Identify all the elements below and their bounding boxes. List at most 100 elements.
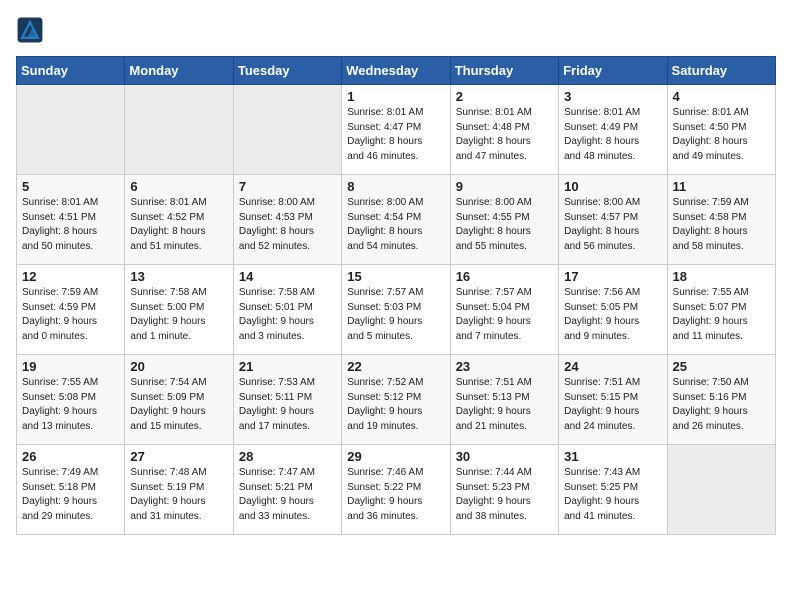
day-number: 15	[347, 269, 444, 284]
calendar-cell: 22 Sunrise: 7:52 AM Sunset: 5:12 PM Dayli…	[342, 355, 450, 445]
day-info: Sunrise: 7:52 AM Sunset: 5:12 PM Dayligh…	[347, 376, 444, 434]
calendar-cell: 27Sunrise: 7:48 AM Sunset: 5:19 PM Dayli…	[125, 445, 233, 535]
day-number: 20	[130, 359, 227, 374]
day-number: 18	[673, 269, 770, 284]
day-info: Sunrise: 8:01 AM Sunset: 4:49 PM Dayligh…	[564, 106, 661, 164]
day-info: Sunrise: 7:51 AM Sunset: 5:15 PM Dayligh…	[564, 376, 661, 434]
day-info: Sunrise: 7:51 AM Sunset: 5:13 PM Dayligh…	[456, 376, 553, 434]
day-info: Sunrise: 8:00 AM Sunset: 4:57 PM Dayligh…	[564, 196, 661, 254]
day-info: Sunrise: 7:56 AM Sunset: 5:05 PM Dayligh…	[564, 286, 661, 344]
calendar-cell: 12 Sunrise: 7:59 AM Sunset: 4:59 PM Dayli…	[17, 265, 125, 355]
day-number: 16	[456, 269, 553, 284]
calendar-cell: 11Sunrise: 7:59 AM Sunset: 4:58 PM Dayli…	[667, 175, 775, 265]
calendar-cell: 25 Sunrise: 7:50 AM Sunset: 5:16 PM Dayli…	[667, 355, 775, 445]
day-info: Sunrise: 7:50 AM Sunset: 5:16 PM Dayligh…	[673, 376, 770, 434]
calendar-cell: 10 Sunrise: 8:00 AM Sunset: 4:57 PM Dayli…	[559, 175, 667, 265]
calendar-cell: 1 Sunrise: 8:01 AM Sunset: 4:47 PM Daylig…	[342, 85, 450, 175]
calendar-cell	[125, 85, 233, 175]
calendar-cell: 17 Sunrise: 7:56 AM Sunset: 5:05 PM Dayli…	[559, 265, 667, 355]
header-cell-sunday: Sunday	[17, 57, 125, 85]
day-number: 12	[22, 269, 119, 284]
day-number: 24	[564, 359, 661, 374]
day-info: Sunrise: 7:55 AM Sunset: 5:08 PM Dayligh…	[22, 376, 119, 434]
day-number: 17	[564, 269, 661, 284]
day-number: 26	[22, 449, 119, 464]
header-cell-tuesday: Tuesday	[233, 57, 341, 85]
week-row-4: 26 Sunrise: 7:49 AM Sunset: 5:18 PM Dayli…	[17, 445, 776, 535]
day-info: Sunrise: 7:47 AM Sunset: 5:21 PM Dayligh…	[239, 466, 336, 524]
day-number: 27	[130, 449, 227, 464]
week-row-1: 5Sunrise: 8:01 AM Sunset: 4:51 PM Daylig…	[17, 175, 776, 265]
calendar-cell: 15 Sunrise: 7:57 AM Sunset: 5:03 PM Dayli…	[342, 265, 450, 355]
calendar-body: 1 Sunrise: 8:01 AM Sunset: 4:47 PM Daylig…	[17, 85, 776, 535]
calendar-cell	[233, 85, 341, 175]
day-number: 14	[239, 269, 336, 284]
day-number: 8	[347, 179, 444, 194]
day-info: Sunrise: 8:00 AM Sunset: 4:54 PM Dayligh…	[347, 196, 444, 254]
day-info: Sunrise: 8:01 AM Sunset: 4:52 PM Dayligh…	[130, 196, 227, 254]
header-row: SundayMondayTuesdayWednesdayThursdayFrid…	[17, 57, 776, 85]
header-cell-thursday: Thursday	[450, 57, 558, 85]
day-info: Sunrise: 8:01 AM Sunset: 4:50 PM Dayligh…	[673, 106, 770, 164]
header-cell-saturday: Saturday	[667, 57, 775, 85]
day-number: 4	[673, 89, 770, 104]
day-info: Sunrise: 7:57 AM Sunset: 5:03 PM Dayligh…	[347, 286, 444, 344]
header-cell-friday: Friday	[559, 57, 667, 85]
day-number: 31	[564, 449, 661, 464]
calendar-cell: 24 Sunrise: 7:51 AM Sunset: 5:15 PM Dayli…	[559, 355, 667, 445]
day-info: Sunrise: 8:00 AM Sunset: 4:55 PM Dayligh…	[456, 196, 553, 254]
week-row-3: 19 Sunrise: 7:55 AM Sunset: 5:08 PM Dayli…	[17, 355, 776, 445]
day-info: Sunrise: 8:01 AM Sunset: 4:48 PM Dayligh…	[456, 106, 553, 164]
calendar-cell: 26 Sunrise: 7:49 AM Sunset: 5:18 PM Dayli…	[17, 445, 125, 535]
day-info: Sunrise: 7:49 AM Sunset: 5:18 PM Dayligh…	[22, 466, 119, 524]
day-number: 3	[564, 89, 661, 104]
day-info: Sunrise: 7:55 AM Sunset: 5:07 PM Dayligh…	[673, 286, 770, 344]
day-info: Sunrise: 7:54 AM Sunset: 5:09 PM Dayligh…	[130, 376, 227, 434]
calendar-cell: 30Sunrise: 7:44 AM Sunset: 5:23 PM Dayli…	[450, 445, 558, 535]
day-number: 23	[456, 359, 553, 374]
page-header	[16, 16, 776, 44]
logo	[16, 16, 48, 44]
calendar-cell: 23 Sunrise: 7:51 AM Sunset: 5:13 PM Dayli…	[450, 355, 558, 445]
calendar-table: SundayMondayTuesdayWednesdayThursdayFrid…	[16, 56, 776, 535]
day-number: 10	[564, 179, 661, 194]
calendar-cell: 21 Sunrise: 7:53 AM Sunset: 5:11 PM Dayli…	[233, 355, 341, 445]
calendar-cell: 4 Sunrise: 8:01 AM Sunset: 4:50 PM Daylig…	[667, 85, 775, 175]
calendar-cell: 31Sunrise: 7:43 AM Sunset: 5:25 PM Dayli…	[559, 445, 667, 535]
day-number: 21	[239, 359, 336, 374]
day-number: 1	[347, 89, 444, 104]
day-number: 6	[130, 179, 227, 194]
day-info: Sunrise: 8:00 AM Sunset: 4:53 PM Dayligh…	[239, 196, 336, 254]
day-number: 19	[22, 359, 119, 374]
calendar-cell: 2 Sunrise: 8:01 AM Sunset: 4:48 PM Daylig…	[450, 85, 558, 175]
day-number: 7	[239, 179, 336, 194]
day-number: 25	[673, 359, 770, 374]
calendar-cell: 5Sunrise: 8:01 AM Sunset: 4:51 PM Daylig…	[17, 175, 125, 265]
day-info: Sunrise: 7:58 AM Sunset: 5:01 PM Dayligh…	[239, 286, 336, 344]
day-number: 9	[456, 179, 553, 194]
day-number: 30	[456, 449, 553, 464]
day-info: Sunrise: 7:46 AM Sunset: 5:22 PM Dayligh…	[347, 466, 444, 524]
calendar-cell	[667, 445, 775, 535]
day-info: Sunrise: 7:57 AM Sunset: 5:04 PM Dayligh…	[456, 286, 553, 344]
day-info: Sunrise: 7:59 AM Sunset: 4:59 PM Dayligh…	[22, 286, 119, 344]
calendar-cell: 8 Sunrise: 8:00 AM Sunset: 4:54 PM Daylig…	[342, 175, 450, 265]
day-number: 29	[347, 449, 444, 464]
day-info: Sunrise: 8:01 AM Sunset: 4:47 PM Dayligh…	[347, 106, 444, 164]
calendar-cell: 19 Sunrise: 7:55 AM Sunset: 5:08 PM Dayli…	[17, 355, 125, 445]
calendar-cell	[17, 85, 125, 175]
calendar-cell: 29 Sunrise: 7:46 AM Sunset: 5:22 PM Dayli…	[342, 445, 450, 535]
day-number: 5	[22, 179, 119, 194]
day-number: 22	[347, 359, 444, 374]
calendar-cell: 7 Sunrise: 8:00 AM Sunset: 4:53 PM Daylig…	[233, 175, 341, 265]
calendar-cell: 9 Sunrise: 8:00 AM Sunset: 4:55 PM Daylig…	[450, 175, 558, 265]
calendar-cell: 3 Sunrise: 8:01 AM Sunset: 4:49 PM Daylig…	[559, 85, 667, 175]
calendar-header: SundayMondayTuesdayWednesdayThursdayFrid…	[17, 57, 776, 85]
day-number: 2	[456, 89, 553, 104]
calendar-cell: 6 Sunrise: 8:01 AM Sunset: 4:52 PM Daylig…	[125, 175, 233, 265]
day-number: 13	[130, 269, 227, 284]
day-info: Sunrise: 7:53 AM Sunset: 5:11 PM Dayligh…	[239, 376, 336, 434]
day-info: Sunrise: 7:58 AM Sunset: 5:00 PM Dayligh…	[130, 286, 227, 344]
calendar-cell: 20 Sunrise: 7:54 AM Sunset: 5:09 PM Dayli…	[125, 355, 233, 445]
day-info: Sunrise: 7:59 AM Sunset: 4:58 PM Dayligh…	[673, 196, 770, 254]
